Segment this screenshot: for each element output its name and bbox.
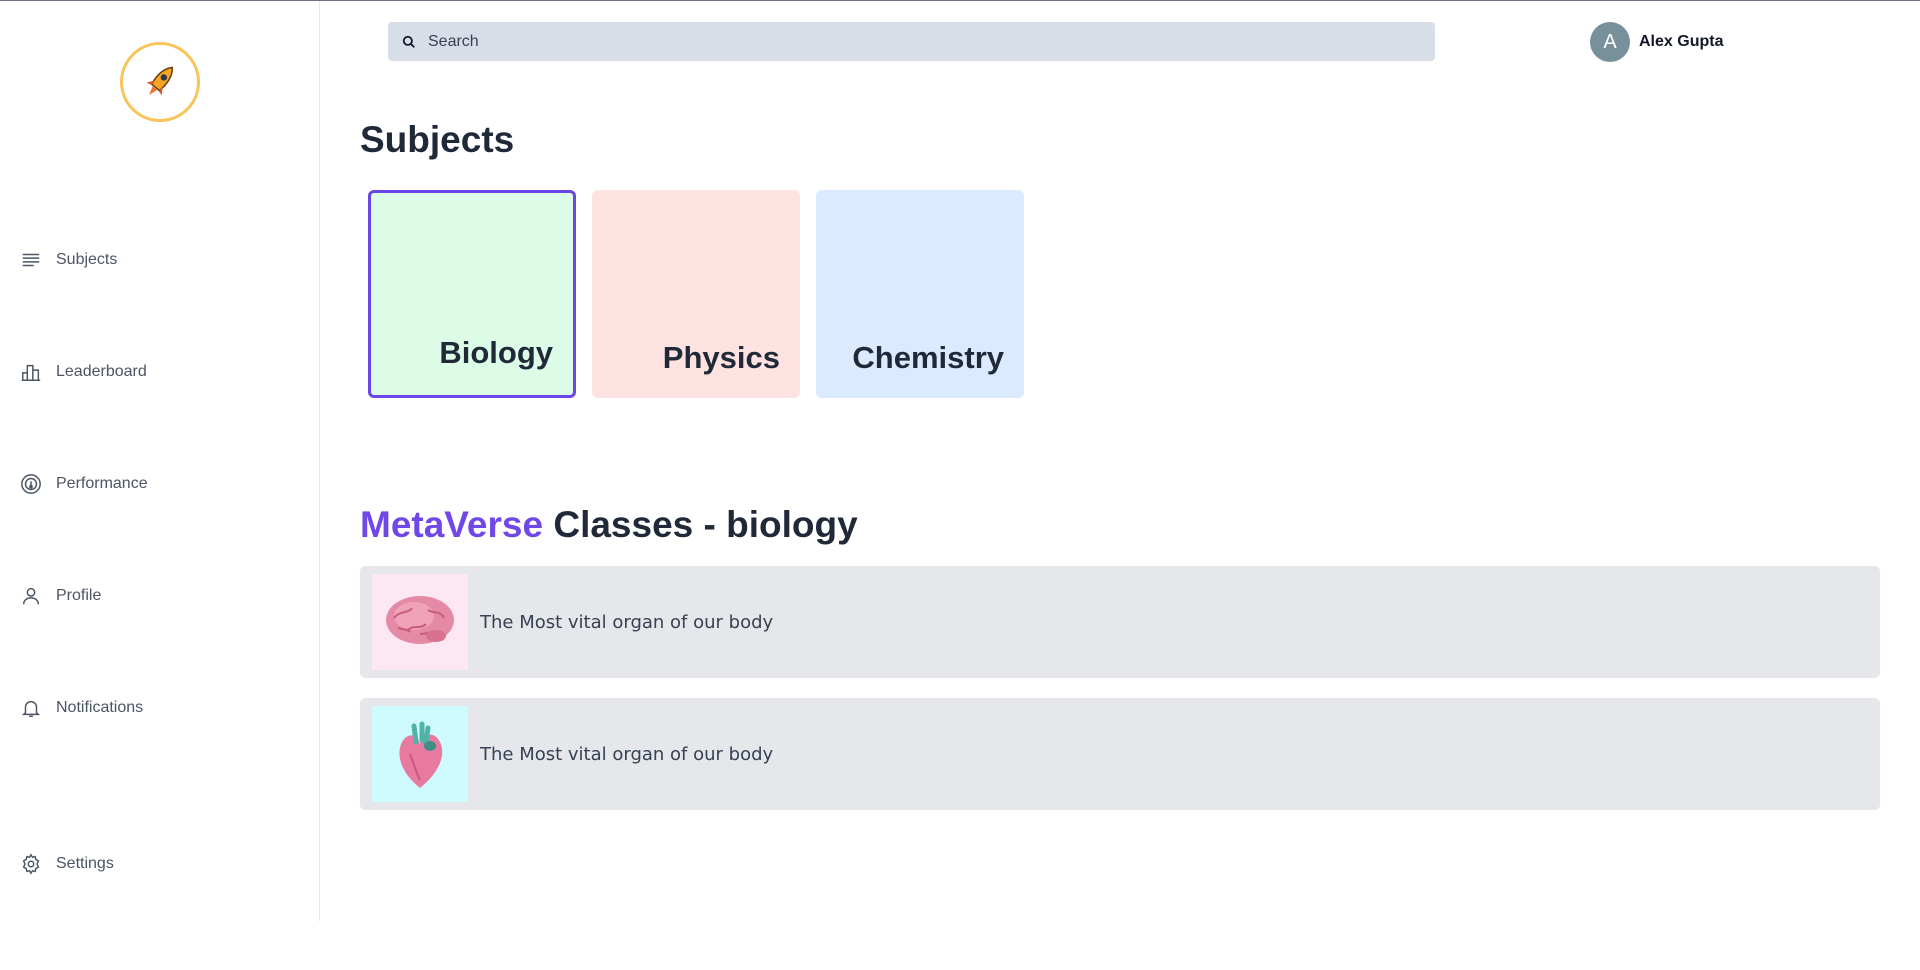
sidebar-item-leaderboard[interactable]: Leaderboard [20,361,147,383]
search-icon [402,35,415,48]
subject-card-physics[interactable]: Physics [592,190,800,398]
sidebar-item-label: Leaderboard [56,363,147,380]
sidebar-item-label: Notifications [56,699,144,716]
sidebar-item-label: Performance [56,475,148,492]
classes-section-title: MetaVerse Classes - biology [360,504,858,546]
sidebar-item-label: Profile [56,587,102,604]
subject-card-chemistry[interactable]: Chemistry [816,190,1024,398]
class-title: The Most vital organ of our body [480,743,774,765]
user-icon [22,587,40,605]
bell-icon [21,700,41,717]
sidebar-item-settings[interactable]: Settings [20,853,114,875]
class-thumbnail [372,706,468,802]
sidebar-item-subjects[interactable]: Subjects [20,249,117,271]
subject-card-label: Biology [439,335,553,370]
search-bar[interactable] [388,22,1435,61]
section-title-accent: MetaVerse [360,504,544,545]
subject-card-biology[interactable]: Biology [368,190,576,398]
sidebar-item-profile[interactable]: Profile [20,585,101,607]
avatar[interactable]: A [1590,22,1630,62]
subject-card-label: Physics [662,340,780,375]
class-list-item[interactable]: The Most vital organ of our body [360,698,1880,810]
class-title: The Most vital organ of our body [480,611,774,633]
gauge-icon [21,474,41,494]
sidebar: Subjects Leaderboard Performance Profile… [0,1,320,921]
bar-chart-icon [21,364,41,381]
heart-image [399,721,443,788]
section-title-text: Classes - biology [553,504,858,545]
class-thumbnail [372,574,468,670]
search-input[interactable] [428,32,1328,51]
class-list-item[interactable]: The Most vital organ of our body [360,566,1880,678]
subject-card-label: Chemistry [852,340,1004,375]
sidebar-item-notifications[interactable]: Notifications [20,697,143,719]
sidebar-item-label: Settings [56,855,114,872]
user-name: Alex Gupta [1639,33,1724,50]
rocket-icon [146,66,173,96]
sidebar-item-label: Subjects [56,251,118,268]
page-title: Subjects [360,119,515,160]
app-logo[interactable] [120,42,200,122]
subject-cards: Biology Physics Chemistry [368,190,1024,398]
brain-image [386,596,454,644]
user-menu[interactable]: A Alex Gupta [1590,22,1723,62]
list-icon [22,253,40,267]
gear-icon [22,853,40,875]
sidebar-item-performance[interactable]: Performance [20,473,148,495]
